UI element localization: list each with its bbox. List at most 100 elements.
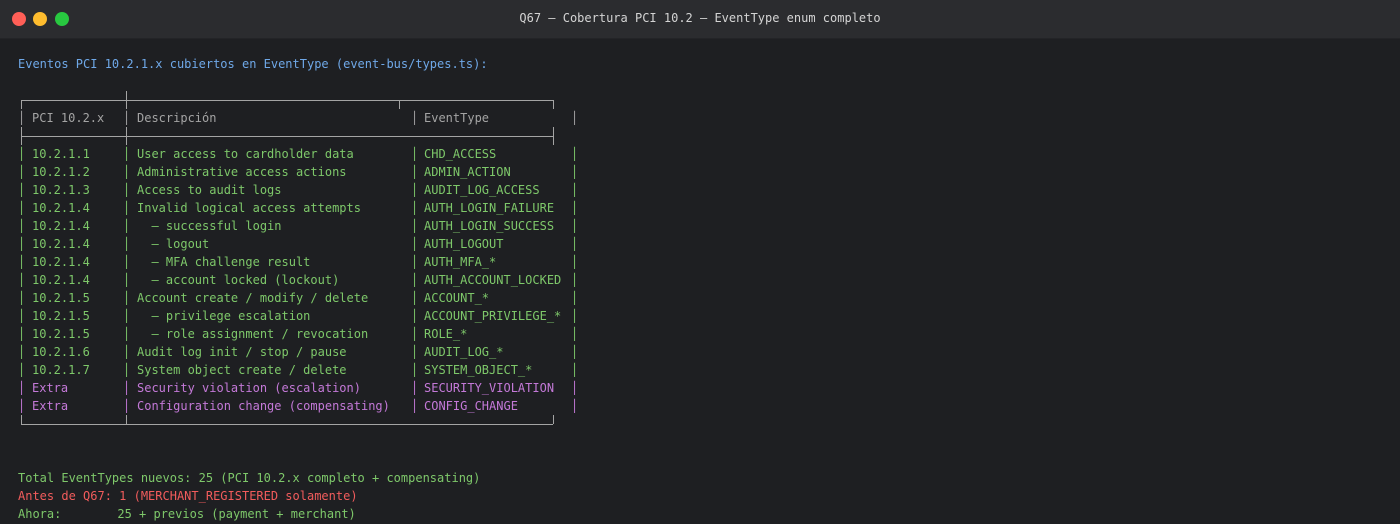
row-border: │: [411, 381, 419, 395]
table-top-border: [18, 91, 598, 109]
cell-eventtype: ACCOUNT_*: [424, 291, 490, 305]
row-border: │: [18, 273, 26, 287]
row-border: │: [411, 345, 419, 359]
row-border: │: [18, 201, 26, 215]
cell-pci: 10.2.1.4: [32, 255, 90, 269]
row-border: │: [571, 381, 579, 395]
row-border: │: [411, 363, 419, 377]
row-border: │: [18, 363, 26, 377]
row-border: │: [18, 183, 26, 197]
cell-description: — successful login: [137, 219, 282, 233]
row-border: │: [123, 147, 131, 161]
row-border: │: [123, 255, 131, 269]
row-border: │: [411, 237, 419, 251]
row-border: │: [123, 399, 131, 413]
header-description: Descripción: [137, 111, 217, 125]
row-border: │: [18, 219, 26, 233]
cell-description: Audit log init / stop / pause: [137, 345, 347, 359]
cell-eventtype: ACCOUNT_PRIVILEGE_*: [424, 309, 562, 323]
cell-pci: 10.2.1.4: [32, 237, 90, 251]
cell-description: — privilege escalation: [137, 309, 311, 323]
cell-pci: 10.2.1.4: [32, 201, 90, 215]
row-border: │: [123, 309, 131, 323]
header-eventtype: EventType: [424, 111, 490, 125]
row-border: │: [18, 165, 26, 179]
row-border: │: [571, 363, 579, 377]
cell-pci: 10.2.1.1: [32, 147, 90, 161]
cell-pci: Extra: [32, 381, 69, 395]
table-row: │ 10.2.1.4 │ — successful login │ AUTH_LOGIN…: [18, 217, 598, 235]
table-row: │ Extra │ Configuration change (compensatin…: [18, 397, 598, 415]
cell-pci: 10.2.1.5: [32, 309, 90, 323]
cell-description: Configuration change (compensating): [137, 399, 390, 413]
row-border: │: [571, 273, 579, 287]
cell-pci: 10.2.1.4: [32, 273, 90, 287]
cell-eventtype: ROLE_*: [424, 327, 468, 341]
cell-eventtype: ADMIN_ACTION: [424, 165, 511, 179]
cell-description: System object create / delete: [137, 363, 347, 377]
row-border: │: [571, 237, 579, 251]
table-row: │ 10.2.1.3 │ Access to audit logs │ AUDIT_LOG…: [18, 181, 598, 199]
cell-description: — logout: [137, 237, 210, 251]
row-border: │: [411, 291, 419, 305]
row-border: │: [123, 363, 131, 377]
row-border: │: [123, 201, 131, 215]
cell-eventtype: SYSTEM_OBJECT_*: [424, 363, 533, 377]
row-border: │: [123, 219, 131, 233]
row-border: │: [411, 165, 419, 179]
cell-description: — MFA challenge result: [137, 255, 311, 269]
cell-eventtype: AUDIT_LOG_ACCESS: [424, 183, 540, 197]
row-border: │: [123, 381, 131, 395]
table-heading: Eventos PCI 10.2.1.x cubiertos en EventT…: [18, 57, 488, 71]
table-row: │ 10.2.1.6 │ Audit log init / stop / pause │…: [18, 343, 598, 361]
row-border: │: [123, 237, 131, 251]
row-border: │: [18, 237, 26, 251]
header-pci: PCI 10.2.x: [32, 111, 105, 125]
cell-description: Security violation (escalation): [137, 381, 361, 395]
table-row: │ 10.2.1.5 │ — privilege escalation │ ACCOUN…: [18, 307, 598, 325]
summary-now-label: Ahora:: [18, 507, 62, 521]
cell-pci: 10.2.1.5: [32, 327, 90, 341]
cell-description: User access to cardholder data: [137, 147, 354, 161]
cell-pci: Extra: [32, 399, 69, 413]
row-border: │: [18, 255, 26, 269]
row-border: │: [411, 201, 419, 215]
cell-pci: 10.2.1.4: [32, 219, 90, 233]
table-row: │ 10.2.1.4 │ — logout │ AUTH_LOGOUT │: [18, 235, 598, 253]
cell-pci: 10.2.1.7: [32, 363, 90, 377]
row-border: │: [411, 183, 419, 197]
summary-before: Antes de Q67: 1 (MERCHANT_REGISTERED sol…: [18, 489, 358, 503]
cell-eventtype: AUTH_MFA_*: [424, 255, 497, 269]
table-row: │ 10.2.1.2 │ Administrative access actions │…: [18, 163, 598, 181]
row-border: │: [571, 255, 579, 269]
table-row: │ 10.2.1.5 │ — role assignment / revocatio…: [18, 325, 598, 343]
summary-now: Ahora: 25 + previos (payment + merchant): [18, 505, 598, 523]
cell-pci: 10.2.1.2: [32, 165, 90, 179]
row-border: │: [411, 147, 419, 161]
cell-pci: 10.2.1.6: [32, 345, 90, 359]
row-border: │: [18, 327, 26, 341]
terminal-window: Q67 — Cobertura PCI 10.2 — EventType enu…: [0, 0, 1400, 524]
cell-eventtype: SECURITY_VIOLATION: [424, 381, 555, 395]
terminal-output: Eventos PCI 10.2.1.x cubiertos en EventT…: [18, 55, 598, 523]
summary-now-value: 25 + previos (payment + merchant): [117, 507, 356, 521]
row-border: │: [18, 381, 26, 395]
row-border: │: [123, 165, 131, 179]
window-title: Q67 — Cobertura PCI 10.2 — EventType enu…: [519, 11, 881, 25]
row-border: │: [571, 219, 579, 233]
row-border: │: [411, 255, 419, 269]
row-border: │: [18, 345, 26, 359]
cell-description: Access to audit logs: [137, 183, 282, 197]
cell-eventtype: AUDIT_LOG_*: [424, 345, 504, 359]
row-border: │: [123, 291, 131, 305]
row-border: │: [18, 399, 26, 413]
row-border: │: [411, 327, 419, 341]
row-border: │: [411, 309, 419, 323]
table-row: │ Extra │ Security violation (escalation) │ S…: [18, 379, 598, 397]
cell-eventtype: CONFIG_CHANGE: [424, 399, 518, 413]
row-border: │: [571, 345, 579, 359]
row-border: │: [18, 291, 26, 305]
cell-description: — role assignment / revocation: [137, 327, 369, 341]
table-row: │ 10.2.1.4 │ — MFA challenge result │ AUTH_M…: [18, 253, 598, 271]
summary-total: Total EventTypes nuevos: 25 (PCI 10.2.x …: [18, 471, 481, 485]
